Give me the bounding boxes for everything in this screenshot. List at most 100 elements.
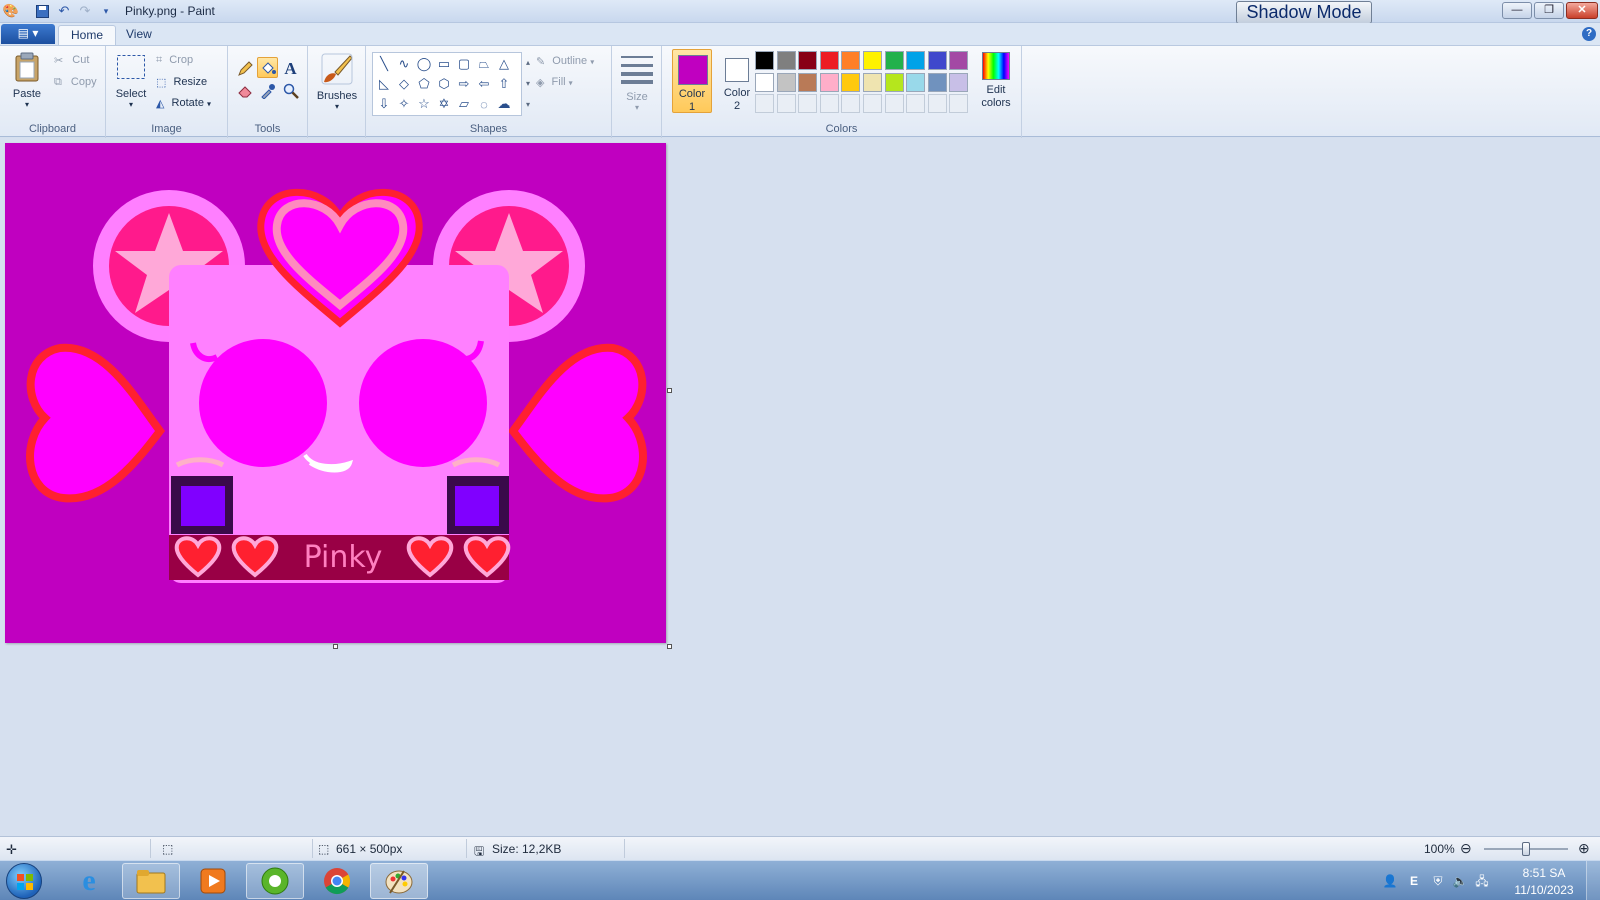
brushes-button[interactable]: Brushes ▾ (314, 52, 360, 111)
rectangle-shape-icon[interactable]: ▭ (435, 55, 453, 73)
line-shape-icon[interactable]: ╲ (375, 55, 393, 73)
custom-color-slot[interactable] (776, 94, 796, 113)
palette-swatch[interactable] (906, 51, 926, 70)
eraser-icon[interactable] (234, 80, 255, 101)
pentagon-shape-icon[interactable]: ⬠ (415, 75, 433, 93)
taskbar-paint[interactable] (370, 863, 428, 899)
tab-view[interactable]: View (114, 25, 164, 45)
triangle-shape-icon[interactable]: △ (495, 55, 513, 73)
network-icon[interactable]: 🖧 (1474, 873, 1490, 889)
file-menu-button[interactable]: ▤ ▾ (1, 24, 55, 44)
canvas-workspace[interactable]: Pinky (0, 138, 1600, 836)
pencil-icon[interactable] (234, 58, 255, 79)
paste-button[interactable]: Paste ▾ (10, 52, 44, 109)
help-icon[interactable]: ? (1582, 27, 1596, 41)
palette-swatch[interactable] (927, 51, 947, 70)
palette-swatch[interactable] (906, 72, 926, 92)
tab-home[interactable]: Home (58, 25, 117, 45)
minimize-button[interactable]: — (1502, 2, 1532, 19)
color-picker-icon[interactable] (257, 80, 278, 101)
taskbar-chrome[interactable] (308, 863, 366, 899)
custom-color-slot[interactable] (949, 94, 969, 113)
custom-color-slot[interactable] (755, 94, 774, 113)
right-arrow-shape-icon[interactable]: ⇨ (455, 75, 473, 93)
custom-color-slot[interactable] (906, 94, 926, 113)
custom-color-slot[interactable] (884, 94, 904, 113)
resize-handle-corner[interactable] (667, 644, 672, 649)
taskbar-internet-explorer[interactable]: e (60, 863, 118, 899)
cloud-callout-shape-icon[interactable]: ☁ (495, 95, 513, 113)
taskbar-media-player[interactable] (184, 863, 242, 899)
outline-button[interactable]: ✎ Outline ▾ (536, 55, 594, 68)
drawing-canvas[interactable]: Pinky (5, 143, 666, 643)
undo-icon[interactable]: ↶ (56, 3, 72, 19)
fill-button[interactable]: ◈ Fill ▾ (536, 76, 573, 89)
palette-swatch[interactable] (863, 72, 882, 92)
palette-swatch[interactable] (755, 72, 774, 92)
save-icon[interactable] (34, 3, 50, 19)
five-point-star-shape-icon[interactable]: ☆ (415, 95, 433, 113)
palette-swatch[interactable] (798, 72, 818, 92)
custom-color-slot[interactable] (863, 94, 882, 113)
magnifier-icon[interactable] (280, 80, 301, 101)
palette-swatch[interactable] (819, 72, 839, 92)
curve-shape-icon[interactable]: ∿ (395, 55, 413, 73)
polygon-shape-icon[interactable]: ⏢ (475, 55, 493, 73)
palette-swatch[interactable] (776, 51, 796, 70)
copy-button[interactable]: ⧉ Copy (54, 76, 97, 89)
crop-button[interactable]: ⌗ Crop (156, 54, 193, 67)
shadow-mode-button[interactable]: Shadow Mode (1236, 1, 1372, 24)
show-desktop-button[interactable] (1586, 861, 1600, 900)
start-button[interactable] (6, 863, 42, 899)
color1-button[interactable]: Color 1 (672, 49, 712, 113)
palette-swatch[interactable] (841, 72, 861, 92)
user-icon[interactable]: 👤 (1382, 873, 1398, 889)
clock-date[interactable]: 11/10/2023 (1512, 883, 1576, 897)
down-arrow-shape-icon[interactable]: ⇩ (375, 95, 393, 113)
palette-swatch[interactable] (863, 51, 882, 70)
zoom-in-icon[interactable]: ⊕ (1578, 840, 1590, 857)
taskbar-browser-alt[interactable] (246, 863, 304, 899)
palette-swatch[interactable] (949, 51, 969, 70)
zoom-out-icon[interactable]: ⊖ (1460, 840, 1472, 857)
oval-shape-icon[interactable]: ◯ (415, 55, 433, 73)
paint-app-icon[interactable]: 🎨 (3, 3, 19, 19)
resize-button[interactable]: ⬚ Resize (156, 76, 207, 89)
input-method-icon[interactable]: E (1406, 873, 1422, 889)
diamond-shape-icon[interactable]: ◇ (395, 75, 413, 93)
taskbar-file-explorer[interactable] (122, 863, 180, 899)
close-button[interactable]: ✕ (1566, 2, 1598, 19)
custom-color-slot[interactable] (927, 94, 947, 113)
size-button[interactable]: Size ▾ (620, 54, 654, 112)
palette-swatch[interactable] (884, 72, 904, 92)
palette-swatch[interactable] (755, 51, 774, 70)
shapes-scroll[interactable]: ▴ ▾ ▾ (523, 52, 533, 116)
palette-swatch[interactable] (949, 72, 969, 92)
rounded-callout-shape-icon[interactable]: ▱ (455, 95, 473, 113)
rotate-button[interactable]: ◭ Rotate ▾ (156, 97, 211, 110)
palette-swatch[interactable] (819, 51, 839, 70)
six-point-star-shape-icon[interactable]: ✡ (435, 95, 453, 113)
zoom-slider-thumb[interactable] (1522, 842, 1530, 856)
custom-color-slot[interactable] (841, 94, 861, 113)
edit-colors-button[interactable]: Edit colors (976, 52, 1016, 114)
palette-swatch[interactable] (776, 72, 796, 92)
palette-swatch[interactable] (884, 51, 904, 70)
clock-time[interactable]: 8:51 SA (1512, 866, 1576, 880)
security-shield-icon[interactable]: ⛨ (1430, 873, 1446, 889)
left-arrow-shape-icon[interactable]: ⇦ (475, 75, 493, 93)
four-point-star-shape-icon[interactable]: ✧ (395, 95, 413, 113)
fill-bucket-icon[interactable] (257, 57, 278, 78)
palette-swatch[interactable] (841, 51, 861, 70)
resize-handle-bottom[interactable] (333, 644, 338, 649)
palette-swatch[interactable] (927, 72, 947, 92)
redo-icon[interactable]: ↷ (77, 3, 93, 19)
up-arrow-shape-icon[interactable]: ⇧ (495, 75, 513, 93)
custom-color-slot[interactable] (819, 94, 839, 113)
text-tool-icon[interactable]: A (280, 58, 301, 79)
cut-button[interactable]: ✂ Cut (54, 54, 89, 67)
select-button[interactable]: Select ▾ (114, 54, 148, 109)
right-triangle-shape-icon[interactable]: ◺ (375, 75, 393, 93)
oval-callout-shape-icon[interactable]: ◌ (475, 95, 493, 113)
volume-icon[interactable]: 🔈 (1452, 873, 1468, 889)
